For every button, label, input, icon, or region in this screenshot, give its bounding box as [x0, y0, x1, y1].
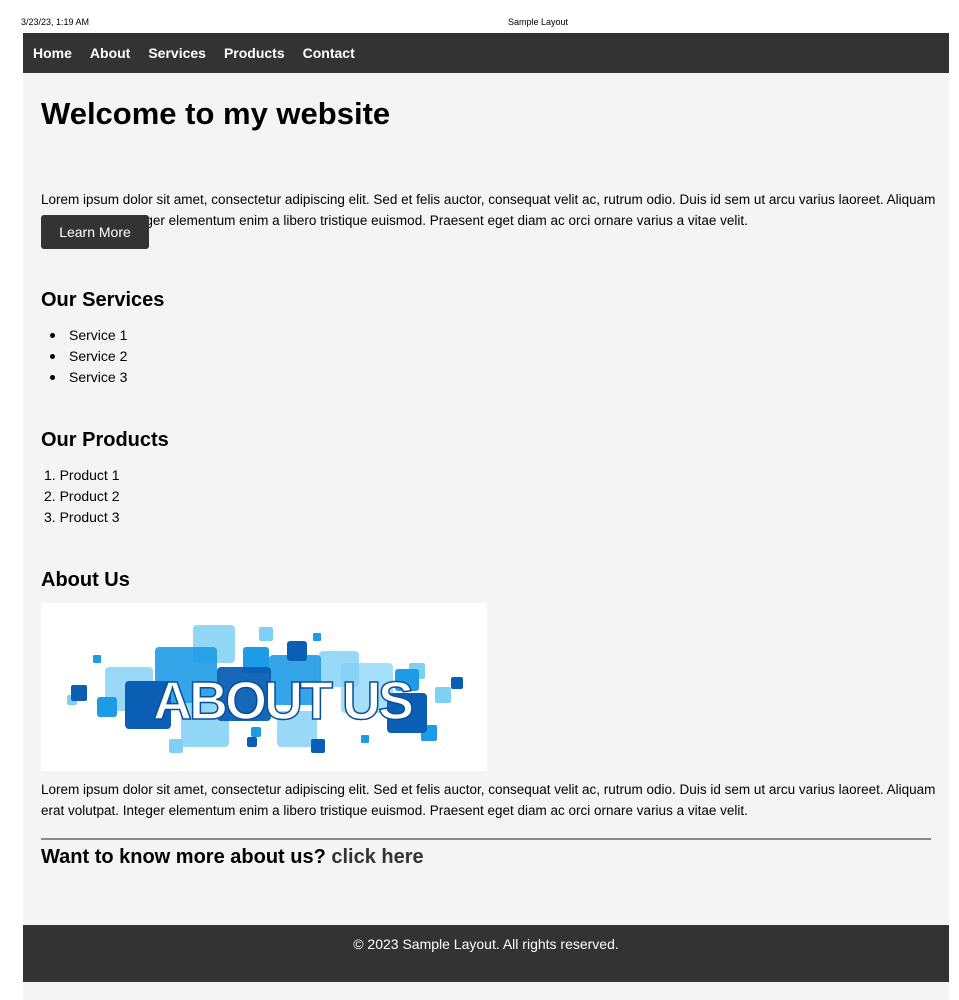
list-item: 2. Product 2	[44, 488, 120, 504]
list-item: Service 1	[41, 325, 127, 346]
nav-link-services[interactable]: Services	[148, 45, 206, 61]
products-list: 1. Product 1 2. Product 2 3. Product 3	[41, 465, 120, 528]
list-item: Service 3	[41, 367, 127, 388]
about-us-graphic: ABOUT US	[41, 603, 487, 771]
cta-text: Want to know more about us?	[41, 846, 326, 868]
products-title: Our Products	[41, 429, 169, 451]
click-here-link[interactable]: click here	[331, 846, 423, 868]
hero-text: Lorem ipsum dolor sit amet, consectetur …	[41, 192, 936, 228]
nav-link-home[interactable]: Home	[33, 45, 72, 61]
list-item: Service 2	[41, 346, 127, 367]
print-date: 3/23/23, 1:19 AM	[21, 17, 90, 27]
cta-heading: Want to know more about us? click here	[41, 845, 424, 869]
divider	[41, 838, 931, 840]
about-us-image: ABOUT US	[41, 603, 487, 771]
services-title: Our Services	[41, 289, 165, 311]
page: Home About Services Products Contact Wel…	[23, 33, 949, 1000]
nav-link-products[interactable]: Products	[224, 45, 285, 61]
about-us-image-text: ABOUT US	[153, 671, 412, 731]
hero-title: Welcome to my website	[41, 96, 391, 131]
navbar: Home About Services Products Contact	[23, 33, 949, 73]
about-text: Lorem ipsum dolor sit amet, consectetur …	[41, 782, 936, 818]
footer: © 2023 Sample Layout. All rights reserve…	[23, 925, 949, 982]
learn-more-button[interactable]: Learn More	[41, 215, 149, 249]
services-list: Service 1 Service 2 Service 3	[41, 325, 127, 388]
print-title: Sample Layout	[508, 17, 569, 27]
list-item: 1. Product 1	[44, 467, 120, 483]
about-title: About Us	[41, 569, 130, 591]
nav-link-about[interactable]: About	[90, 45, 130, 61]
list-item: 3. Product 3	[44, 509, 120, 525]
print-header: 3/23/23, 1:19 AM Sample Layout	[0, 0, 959, 33]
footer-text: © 2023 Sample Layout. All rights reserve…	[353, 936, 619, 952]
nav-link-contact[interactable]: Contact	[303, 45, 355, 61]
